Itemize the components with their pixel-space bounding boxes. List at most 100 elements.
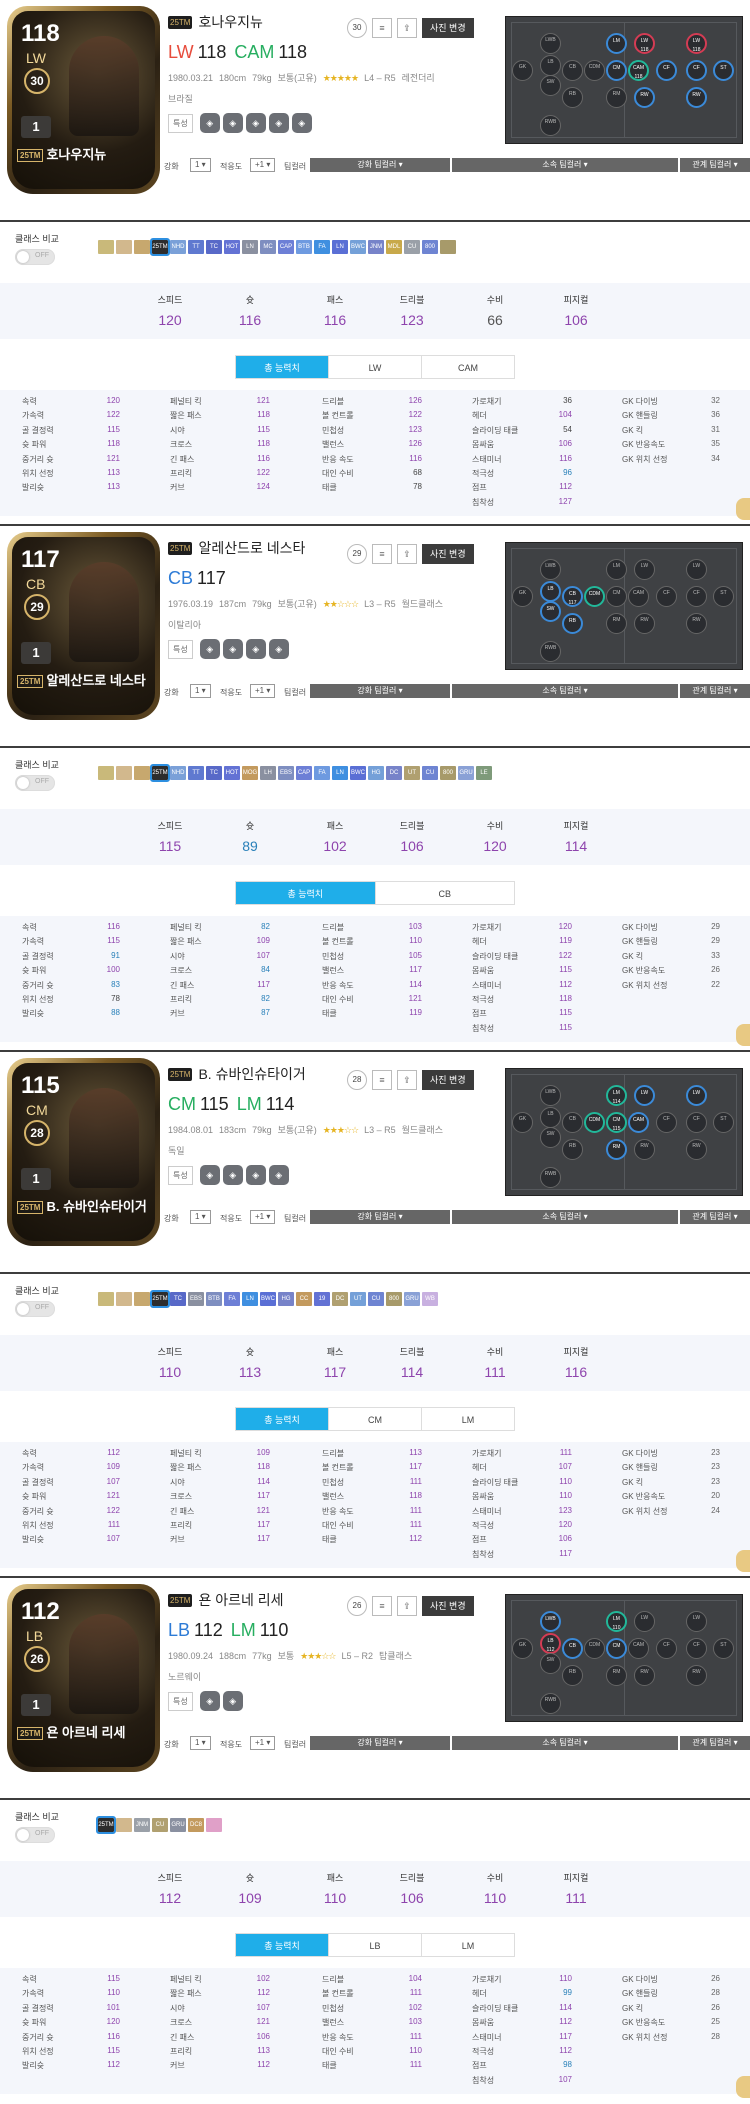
- apply-select[interactable]: +1 ▾: [250, 1210, 276, 1224]
- apply-select[interactable]: +1 ▾: [250, 684, 276, 698]
- enhance-teamcolor-bar[interactable]: 강화 팀컬러 ▾: [310, 684, 450, 698]
- side-tab[interactable]: [736, 1550, 750, 1572]
- affiliation-teamcolor-bar[interactable]: 소속 팀컬러 ▾: [452, 158, 678, 172]
- season-chip[interactable]: JNM: [368, 240, 384, 254]
- position-tab[interactable]: LM: [421, 1408, 514, 1430]
- enhance-teamcolor-bar[interactable]: 강화 팀컬러 ▾: [310, 158, 450, 172]
- season-chip[interactable]: GRU: [458, 766, 474, 780]
- season-chip[interactable]: [206, 1818, 222, 1832]
- season-chip[interactable]: 25TM: [96, 1816, 116, 1834]
- position-tab[interactable]: 총 능력치: [236, 1408, 328, 1430]
- position-tab[interactable]: LB: [328, 1934, 421, 1956]
- season-chip[interactable]: CU: [152, 1818, 168, 1832]
- season-chip[interactable]: CU: [368, 1292, 384, 1306]
- season-chip[interactable]: UT: [404, 766, 420, 780]
- season-chip[interactable]: EBS: [278, 766, 294, 780]
- trait-icon[interactable]: ◈: [245, 639, 266, 659]
- photo-change-button[interactable]: 사진 변경: [422, 18, 474, 38]
- upload-button[interactable]: ⇪: [397, 544, 417, 564]
- season-chip[interactable]: DC: [386, 766, 402, 780]
- position-tab[interactable]: 총 능력치: [236, 356, 328, 378]
- trait-icon[interactable]: ◈: [199, 1165, 220, 1185]
- enhance-teamcolor-bar[interactable]: 강화 팀컬러 ▾: [310, 1210, 450, 1224]
- season-chip[interactable]: GRU: [170, 1818, 186, 1832]
- photo-change-button[interactable]: 사진 변경: [422, 1070, 474, 1090]
- trait-icon[interactable]: ◈: [245, 1165, 266, 1185]
- season-chip[interactable]: LH: [260, 766, 276, 780]
- player-card[interactable]: 112 LB 26 1 25TM 욘 아르네 리세: [7, 1584, 160, 1772]
- season-chip[interactable]: JNM: [134, 1818, 150, 1832]
- relation-teamcolor-bar[interactable]: 관계 팀컬러 ▾: [680, 684, 750, 698]
- relation-teamcolor-bar[interactable]: 관계 팀컬러 ▾: [680, 1736, 750, 1750]
- season-chip[interactable]: HOT: [224, 240, 240, 254]
- photo-change-button[interactable]: 사진 변경: [422, 1596, 474, 1616]
- side-tab[interactable]: [736, 1024, 750, 1046]
- season-chip[interactable]: BWC: [350, 766, 366, 780]
- season-chip[interactable]: HG: [278, 1292, 294, 1306]
- season-chip[interactable]: DC8: [188, 1818, 204, 1832]
- season-chip[interactable]: BTB: [296, 240, 312, 254]
- affiliation-teamcolor-bar[interactable]: 소속 팀컬러 ▾: [452, 684, 678, 698]
- season-chip[interactable]: 800: [422, 240, 438, 254]
- compare-toggle[interactable]: OFF: [15, 775, 55, 791]
- compare-toggle[interactable]: OFF: [15, 249, 55, 265]
- enhance-select[interactable]: 1 ▾: [190, 684, 211, 698]
- season-chip[interactable]: 800: [386, 1292, 402, 1306]
- season-chip[interactable]: [98, 1292, 114, 1306]
- upload-button[interactable]: ⇪: [397, 1596, 417, 1616]
- trait-icon[interactable]: ◈: [222, 1691, 243, 1711]
- season-chip[interactable]: FA: [314, 240, 330, 254]
- season-chip[interactable]: CU: [422, 766, 438, 780]
- player-card[interactable]: 118 LW 30 1 25TM 호나우지뉴: [7, 6, 160, 194]
- season-chip[interactable]: CAP: [296, 766, 312, 780]
- enhance-select[interactable]: 1 ▾: [190, 1736, 211, 1750]
- player-card[interactable]: 117 CB 29 1 25TM 알레산드로 네스타: [7, 532, 160, 720]
- position-tab[interactable]: CM: [328, 1408, 421, 1430]
- affiliation-teamcolor-bar[interactable]: 소속 팀컬러 ▾: [452, 1736, 678, 1750]
- position-tab[interactable]: LW: [328, 356, 421, 378]
- season-chip[interactable]: LE: [476, 766, 492, 780]
- list-button[interactable]: ≡: [372, 1070, 392, 1090]
- season-chip[interactable]: WB: [422, 1292, 438, 1306]
- season-chip[interactable]: MOG: [242, 766, 258, 780]
- apply-select[interactable]: +1 ▾: [250, 158, 276, 172]
- trait-icon[interactable]: ◈: [245, 113, 266, 133]
- season-chip[interactable]: BWC: [260, 1292, 276, 1306]
- enhance-teamcolor-bar[interactable]: 강화 팀컬러 ▾: [310, 1736, 450, 1750]
- season-chip[interactable]: [116, 766, 132, 780]
- season-chip[interactable]: [134, 766, 150, 780]
- season-chip[interactable]: CC: [296, 1292, 312, 1306]
- season-chip[interactable]: UT: [350, 1292, 366, 1306]
- season-chip[interactable]: [116, 1818, 132, 1832]
- season-chip[interactable]: FA: [314, 766, 330, 780]
- position-tab[interactable]: 총 능력치: [236, 882, 375, 904]
- season-chip[interactable]: LN: [332, 766, 348, 780]
- apply-select[interactable]: +1 ▾: [250, 1736, 276, 1750]
- season-chip[interactable]: 25TM: [150, 238, 170, 256]
- season-chip[interactable]: FA: [224, 1292, 240, 1306]
- trait-icon[interactable]: ◈: [222, 639, 243, 659]
- season-chip[interactable]: LN: [332, 240, 348, 254]
- season-chip[interactable]: CU: [404, 240, 420, 254]
- season-chip[interactable]: [116, 1292, 132, 1306]
- season-chip[interactable]: LN: [242, 1292, 258, 1306]
- season-chip[interactable]: TC: [206, 240, 222, 254]
- season-chip[interactable]: MDL: [386, 240, 402, 254]
- position-tab[interactable]: CB: [374, 882, 515, 904]
- affiliation-teamcolor-bar[interactable]: 소속 팀컬러 ▾: [452, 1210, 678, 1224]
- trait-icon[interactable]: ◈: [199, 113, 220, 133]
- season-chip[interactable]: LN: [242, 240, 258, 254]
- position-tab[interactable]: LM: [421, 1934, 514, 1956]
- season-chip[interactable]: [116, 240, 132, 254]
- season-chip[interactable]: BTB: [206, 1292, 222, 1306]
- season-chip[interactable]: MC: [260, 240, 276, 254]
- season-chip[interactable]: TC: [206, 766, 222, 780]
- trait-icon[interactable]: ◈: [199, 1691, 220, 1711]
- season-chip[interactable]: [98, 766, 114, 780]
- photo-change-button[interactable]: 사진 변경: [422, 544, 474, 564]
- enhance-select[interactable]: 1 ▾: [190, 158, 211, 172]
- position-tab[interactable]: 총 능력치: [236, 1934, 328, 1956]
- trait-icon[interactable]: ◈: [199, 639, 220, 659]
- season-chip[interactable]: CAP: [278, 240, 294, 254]
- upload-button[interactable]: ⇪: [397, 18, 417, 38]
